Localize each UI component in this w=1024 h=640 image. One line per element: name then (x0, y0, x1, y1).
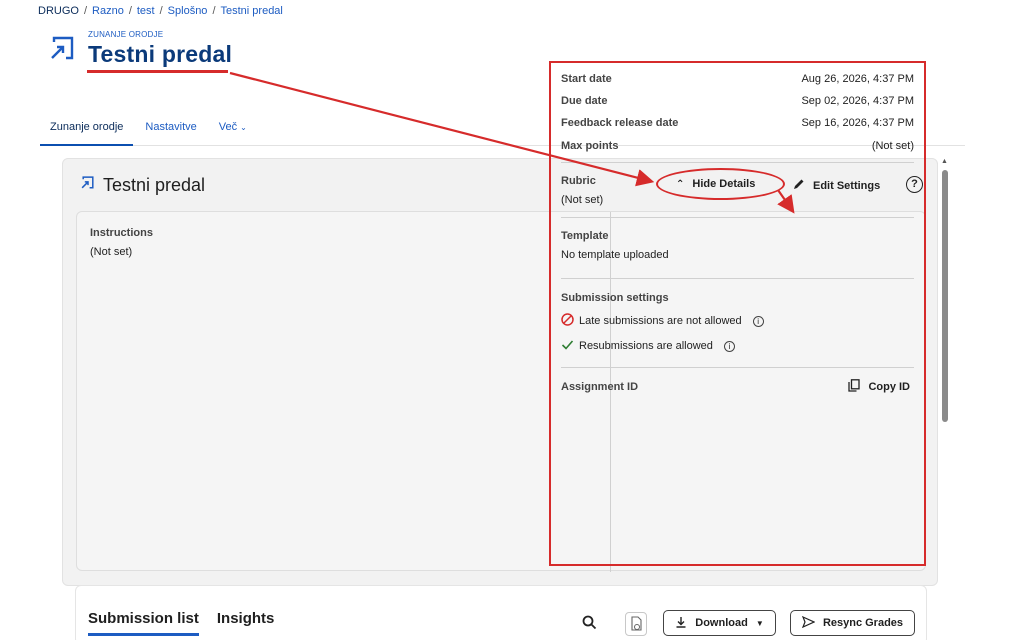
download-icon (675, 616, 687, 631)
breadcrumb-separator: / (83, 5, 88, 17)
tab-submission-list[interactable]: Submission list (88, 610, 199, 636)
rubric-label: Rubric (561, 175, 596, 187)
divider (561, 217, 914, 218)
search-icon[interactable] (582, 615, 597, 635)
submission-settings-label: Submission settings (561, 292, 669, 304)
due-date-label: Due date (561, 95, 608, 107)
template-value: No template uploaded (561, 249, 669, 261)
max-points-value: (Not set) (871, 140, 914, 152)
breadcrumb-separator: / (128, 5, 132, 17)
panel-title-text: Testni predal (103, 175, 206, 195)
info-icon[interactable]: i (752, 315, 764, 327)
start-date-value: Aug 26, 2026, 4:37 PM (801, 73, 914, 85)
download-button[interactable]: Download ▼ (663, 610, 776, 636)
panel-title: Testni predal (81, 175, 205, 196)
assignment-id-label: Assignment ID (561, 381, 639, 393)
copy-id-label: Copy ID (868, 381, 910, 393)
copy-id-button[interactable]: Copy ID (848, 379, 910, 395)
tab-vec-label: Več (218, 121, 238, 133)
divider (561, 367, 914, 368)
template-label: Template (561, 230, 609, 242)
start-date-label: Start date (561, 73, 612, 85)
breadcrumb: DRUGO / Razno / test / Splošno / Testni … (38, 5, 283, 17)
assignment-details: Start date Aug 26, 2026, 4:37 PM Due dat… (549, 61, 926, 566)
submissions-card: Submission list Insights Download ▼ Resy… (75, 585, 927, 640)
resync-grades-button[interactable]: Resync Grades (790, 610, 915, 636)
feedback-date-label: Feedback release date (561, 117, 679, 129)
annotation-underline (87, 70, 228, 73)
scrollbar[interactable]: ▲ (941, 158, 949, 640)
due-date-row: Due date Sep 02, 2026, 4:37 PM (561, 95, 914, 107)
instructions-label: Instructions (90, 227, 153, 239)
breadcrumb-item-razno[interactable]: Razno (92, 5, 124, 17)
max-points-label: Max points (561, 140, 619, 152)
max-points-row: Max points (Not set) (561, 140, 914, 152)
chevron-down-icon: ⌄ (240, 123, 247, 132)
external-tool-icon (50, 34, 76, 64)
breadcrumb-item-current[interactable]: Testni predal (221, 5, 283, 17)
submission-tabs: Submission list Insights (88, 610, 274, 636)
page-title: Testni predal (88, 41, 233, 67)
breadcrumb-separator: / (212, 5, 216, 17)
export-file-icon[interactable] (625, 612, 647, 636)
info-icon[interactable]: i (723, 340, 735, 352)
instructions-value: (Not set) (90, 246, 133, 258)
divider (561, 162, 914, 163)
prohibited-icon (561, 313, 574, 329)
tab-insights[interactable]: Insights (217, 610, 275, 636)
caret-down-icon: ▼ (755, 618, 764, 628)
page-subtitle: ZUNANJE ORODJE (88, 30, 164, 39)
download-label: Download (695, 617, 748, 629)
scroll-up-icon[interactable]: ▲ (941, 158, 948, 165)
breadcrumb-separator: / (159, 5, 163, 17)
external-tool-icon (81, 175, 95, 196)
tab-vec[interactable]: Več ⌄ (219, 116, 247, 146)
check-icon (561, 338, 574, 354)
tab-nastavitve[interactable]: Nastavitve (145, 116, 196, 146)
rubric-value: (Not set) (561, 194, 604, 206)
divider (561, 278, 914, 279)
late-submissions-setting: Late submissions are not allowed i (561, 313, 764, 329)
tab-zunanje-orodje[interactable]: Zunanje orodje (40, 116, 134, 146)
late-submissions-text: Late submissions are not allowed (579, 315, 742, 327)
breadcrumb-item-splosno[interactable]: Splošno (168, 5, 208, 17)
feedback-date-row: Feedback release date Sep 16, 2026, 4:37… (561, 117, 914, 129)
resubmissions-setting: Resubmissions are allowed i (561, 338, 735, 354)
breadcrumb-item-test[interactable]: test (137, 5, 155, 17)
due-date-value: Sep 02, 2026, 4:37 PM (801, 95, 914, 107)
breadcrumb-item-drugo[interactable]: DRUGO (38, 5, 79, 17)
copy-icon (848, 379, 861, 395)
resubmissions-text: Resubmissions are allowed (579, 340, 713, 352)
page-header: ZUNANJE ORODJE Testni predal (50, 28, 232, 68)
resync-grades-label: Resync Grades (822, 617, 904, 629)
scroll-thumb[interactable] (942, 170, 948, 422)
send-icon (801, 615, 816, 631)
start-date-row: Start date Aug 26, 2026, 4:37 PM (561, 73, 914, 85)
feedback-date-value: Sep 16, 2026, 4:37 PM (801, 117, 914, 129)
